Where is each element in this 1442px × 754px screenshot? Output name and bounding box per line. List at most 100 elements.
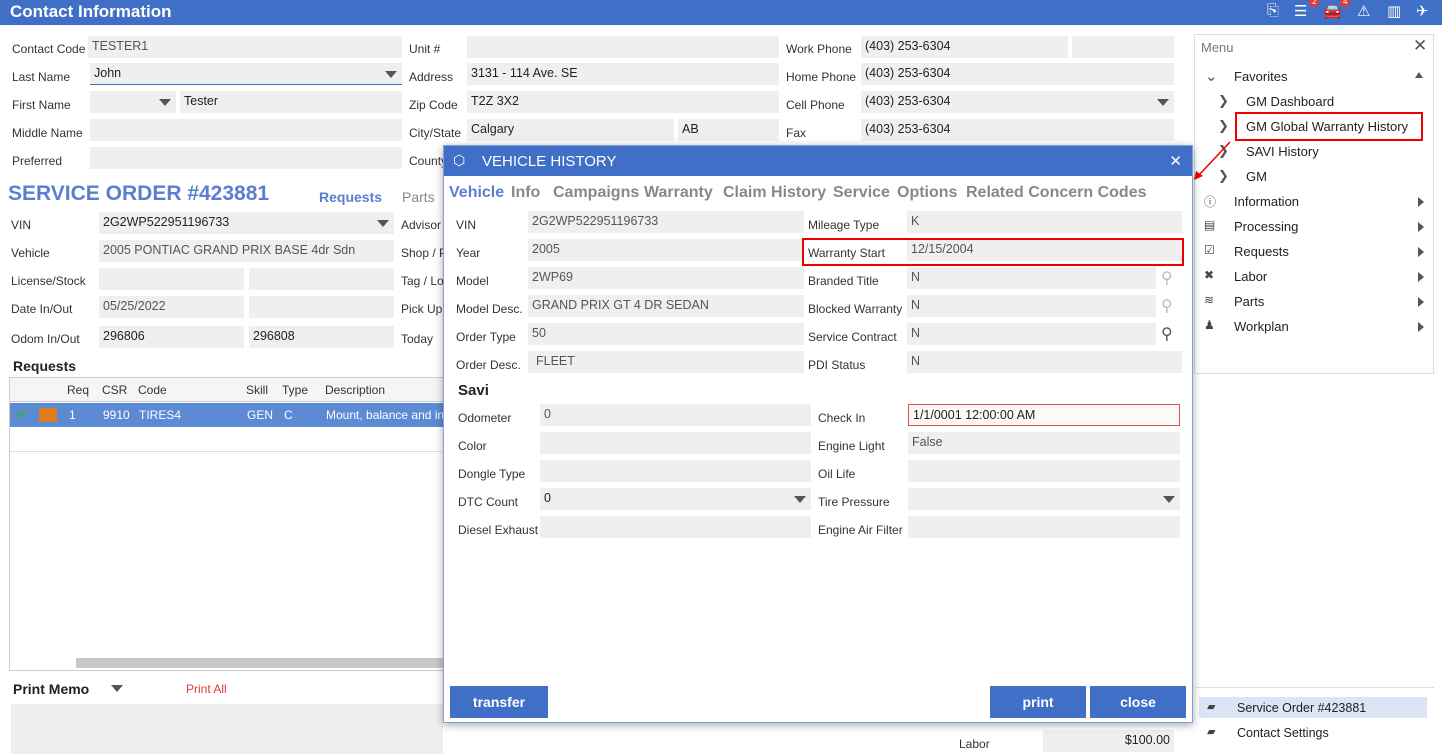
menu-labor[interactable]: Labor xyxy=(1234,269,1267,284)
search-icon[interactable]: ⚲ xyxy=(1161,268,1173,288)
transfer-button[interactable]: transfer xyxy=(450,686,548,718)
col-code[interactable]: Code xyxy=(138,383,167,397)
tab-service[interactable]: Service xyxy=(833,184,890,202)
chevron-right-icon[interactable]: ❯ xyxy=(1218,118,1229,134)
chevron-down-icon[interactable] xyxy=(111,685,123,692)
close-button[interactable]: close xyxy=(1090,686,1186,718)
chevron-down-icon[interactable] xyxy=(385,71,397,78)
col-skill[interactable]: Skill xyxy=(246,383,268,397)
license-field[interactable] xyxy=(99,268,244,290)
cell-phone-value: (403) 253-6304 xyxy=(865,94,951,108)
warning-icon[interactable]: ⚠ xyxy=(1357,2,1370,20)
expand-icon[interactable] xyxy=(1418,247,1424,257)
expand-icon[interactable] xyxy=(1418,322,1424,332)
print-all-link[interactable]: Print All xyxy=(186,682,227,696)
chevron-down-icon[interactable] xyxy=(377,220,389,227)
print-button[interactable]: print xyxy=(990,686,1086,718)
address-field[interactable]: 3131 - 114 Ave. SE xyxy=(467,63,779,85)
table-row[interactable]: ✔ 1 9910 TIRES4 GEN C Mount, balance and… xyxy=(10,403,448,427)
expand-icon[interactable] xyxy=(1418,297,1424,307)
close-icon[interactable]: ✕ xyxy=(1413,36,1427,56)
menu-requests[interactable]: Requests xyxy=(1234,244,1289,259)
fav-gm-dashboard[interactable]: GM Dashboard xyxy=(1246,94,1334,109)
expand-icon[interactable] xyxy=(1418,197,1424,207)
tab-claim-history[interactable]: Claim History xyxy=(723,184,826,202)
labor-label: Labor xyxy=(959,737,990,751)
date-in-field[interactable]: 05/25/2022 xyxy=(99,296,244,318)
print-memo-field[interactable] xyxy=(11,704,443,754)
service-order-link[interactable]: Service Order #423881 xyxy=(1237,701,1366,715)
tab-warranty[interactable]: Warranty xyxy=(644,184,713,202)
chevron-down-icon[interactable] xyxy=(1157,99,1169,106)
export-icon[interactable]: ⎘ xyxy=(1267,2,1279,19)
tab-parts[interactable]: Parts xyxy=(402,189,435,205)
col-description[interactable]: Description xyxy=(325,383,385,397)
tab-related-concern-codes[interactable]: Related Concern Codes xyxy=(966,184,1146,202)
expand-icon[interactable] xyxy=(1418,272,1424,282)
preferred-field[interactable] xyxy=(90,147,402,169)
chevron-down-icon[interactable] xyxy=(794,496,806,503)
home-phone-field[interactable]: (403) 253-6304 xyxy=(861,63,1174,85)
layers-icon: ≋ xyxy=(1204,293,1215,307)
tab-info[interactable]: Info xyxy=(511,184,540,202)
contact-code-field[interactable]: TESTER1 xyxy=(88,36,402,58)
car-icon[interactable]: 🚘 xyxy=(1323,2,1342,20)
vehicle-field[interactable]: 2005 PONTIAC GRAND PRIX BASE 4dr Sdn xyxy=(99,240,394,262)
chevron-down-icon[interactable]: ⌄ xyxy=(1205,67,1218,85)
last-name-value: John xyxy=(94,66,122,80)
cell-phone-field[interactable]: (403) 253-6304 xyxy=(861,91,1174,113)
chevron-right-icon[interactable]: ❯ xyxy=(1218,93,1229,109)
zip-field[interactable]: T2Z 3X2 xyxy=(467,91,779,113)
city-field[interactable]: Calgary xyxy=(467,119,674,141)
work-phone-field[interactable]: (403) 253-6304 xyxy=(861,36,1068,58)
state-field[interactable]: AB xyxy=(678,119,779,141)
tab-vehicle[interactable]: Vehicle xyxy=(449,184,504,202)
folder-icon: ▰ xyxy=(1207,701,1216,713)
menu-favorites[interactable]: Favorites xyxy=(1234,69,1287,84)
contact-settings-link[interactable]: Contact Settings xyxy=(1237,726,1329,740)
first-name-field[interactable]: Tester xyxy=(180,91,402,113)
collapse-icon[interactable] xyxy=(1415,72,1423,78)
check-in-field[interactable]: 1/1/0001 12:00:00 AM xyxy=(908,404,1180,426)
horizontal-scrollbar[interactable] xyxy=(76,658,450,668)
menu-processing[interactable]: Processing xyxy=(1234,219,1298,234)
tab-requests[interactable]: Requests xyxy=(319,189,382,205)
list-icon[interactable]: ☰ xyxy=(1294,2,1307,20)
vin-value: 2G2WP522951196733 xyxy=(103,215,230,229)
date-out-field[interactable] xyxy=(249,296,394,318)
branded-title-label: Branded Title xyxy=(808,274,879,288)
menu-information[interactable]: Information xyxy=(1234,194,1299,209)
fav-gm[interactable]: GM xyxy=(1246,169,1267,184)
search-icon[interactable]: ⚲ xyxy=(1161,324,1173,344)
menu-workplan[interactable]: Workplan xyxy=(1234,319,1289,334)
unit-field[interactable] xyxy=(467,36,779,58)
odom-out-field[interactable]: 296808 xyxy=(249,326,394,348)
fax-field[interactable]: (403) 253-6304 xyxy=(861,119,1174,141)
settings-icon[interactable]: ✈ xyxy=(1416,2,1429,20)
last-name-field[interactable]: John xyxy=(90,63,402,85)
fav-savi-history[interactable]: SAVI History xyxy=(1246,144,1319,159)
col-type[interactable]: Type xyxy=(282,383,308,397)
col-csr[interactable]: CSR xyxy=(102,383,127,397)
work-phone-ext-field[interactable] xyxy=(1072,36,1174,58)
expand-icon[interactable] xyxy=(1418,222,1424,232)
tab-campaigns[interactable]: Campaigns xyxy=(553,184,639,202)
vin-field[interactable]: 2G2WP522951196733 xyxy=(99,212,394,234)
col-req[interactable]: Req xyxy=(67,383,89,397)
empty-row xyxy=(10,428,448,452)
chevron-down-icon[interactable] xyxy=(1163,496,1175,503)
menu-parts[interactable]: Parts xyxy=(1234,294,1264,309)
close-icon[interactable]: ✕ xyxy=(1169,152,1182,170)
first-name-prefix-field[interactable] xyxy=(90,91,176,113)
dtc-count-field[interactable]: 0 xyxy=(540,488,811,510)
chart-icon[interactable]: ▥ xyxy=(1387,2,1401,20)
blocked-warranty-label: Blocked Warranty xyxy=(808,302,903,316)
tire-pressure-field[interactable] xyxy=(908,488,1180,510)
stock-field[interactable] xyxy=(249,268,394,290)
middle-name-field[interactable] xyxy=(90,119,402,141)
tab-options[interactable]: Options xyxy=(897,184,957,202)
search-icon[interactable]: ⚲ xyxy=(1161,296,1173,316)
odom-in-field[interactable]: 296806 xyxy=(99,326,244,348)
chevron-down-icon[interactable] xyxy=(159,99,171,106)
check-in-label: Check In xyxy=(818,411,866,425)
